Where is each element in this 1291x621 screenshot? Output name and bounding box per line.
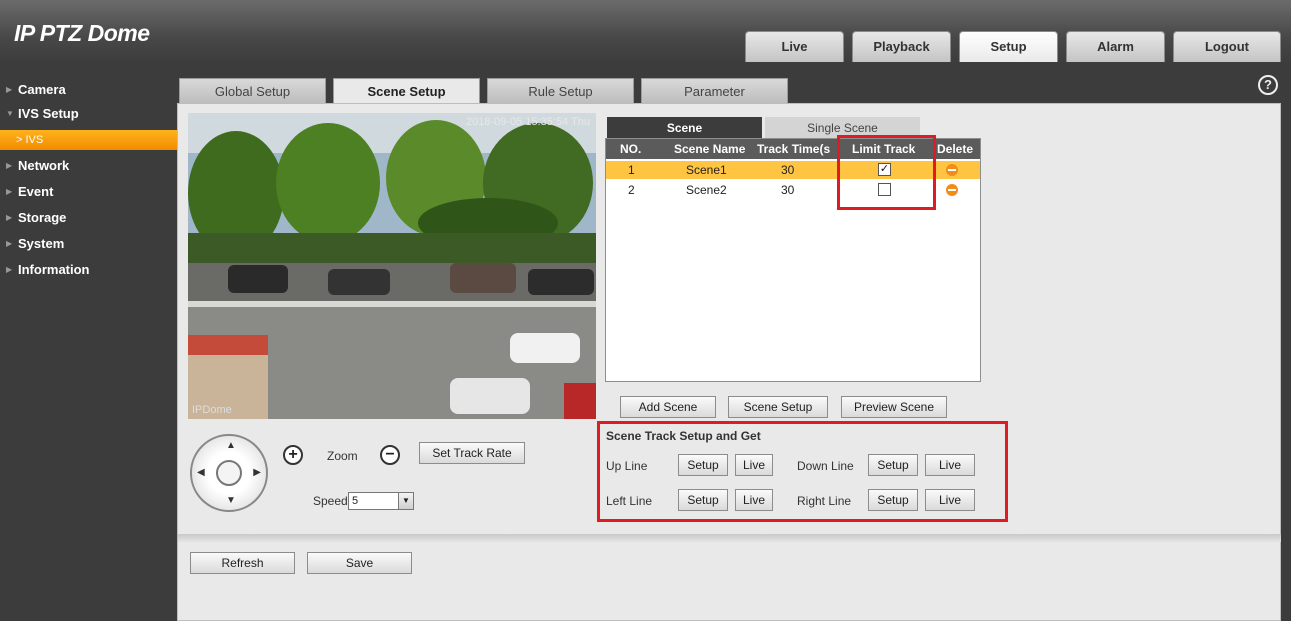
row-no: 2: [628, 183, 635, 197]
col-scene-name: Scene Name: [674, 142, 746, 156]
set-track-rate-button[interactable]: Set Track Rate: [419, 442, 525, 464]
header-bar: IP PTZ Dome Live Playback Setup Alarm Lo…: [0, 0, 1291, 64]
section-divider: [178, 534, 1281, 542]
scene-setup-button[interactable]: Scene Setup: [728, 396, 828, 418]
col-delete: Delete: [937, 142, 974, 156]
triangle-down-icon: ▼: [6, 109, 14, 118]
col-no: NO.: [620, 142, 642, 156]
video-timestamp: 2018-09-05 15:35:54 Thu: [466, 116, 590, 128]
ptz-direction-pad[interactable]: ▲ ▼ ◀ ▶: [190, 434, 268, 512]
left-line-setup-button[interactable]: Setup: [678, 489, 728, 511]
tab-rule-setup[interactable]: Rule Setup: [487, 78, 634, 104]
triangle-right-icon: ▶: [6, 213, 13, 222]
nav-setup-button[interactable]: Setup: [959, 31, 1058, 62]
nav-playback-button[interactable]: Playback: [852, 31, 951, 62]
up-line-live-button[interactable]: Live: [735, 454, 773, 476]
arrow-up-icon[interactable]: ▲: [226, 440, 236, 451]
preview-scene-button[interactable]: Preview Scene: [841, 396, 947, 418]
nav-live-button[interactable]: Live: [745, 31, 844, 62]
brand-title: IP PTZ Dome: [14, 20, 150, 46]
sidebar-item-label: Camera: [18, 82, 66, 97]
arrow-left-icon[interactable]: ◀: [197, 467, 205, 478]
sidebar: ▶ Camera ▼ IVS Setup > IVS ▶ Network ▶ Event…: [0, 64, 179, 621]
down-line-label: Down Line: [797, 459, 854, 473]
right-line-live-button[interactable]: Live: [925, 489, 975, 511]
tab-scene[interactable]: Scene: [607, 117, 762, 139]
zoom-label: Zoom: [327, 449, 358, 463]
down-line-live-button[interactable]: Live: [925, 454, 975, 476]
sidebar-subitem-ivs[interactable]: > IVS: [0, 130, 179, 150]
sidebar-item-label: System: [18, 236, 65, 251]
row-track-time: 30: [781, 183, 795, 197]
sidebar-item-label: Event: [18, 184, 54, 199]
sidebar-item-camera[interactable]: ▶ Camera: [0, 78, 179, 102]
save-button[interactable]: Save: [307, 552, 412, 574]
zoom-in-button[interactable]: +: [283, 445, 303, 465]
highlight-box-limit-track: [837, 135, 936, 210]
tab-global-setup[interactable]: Global Setup: [179, 78, 326, 104]
sidebar-item-ivs-setup[interactable]: ▼ IVS Setup: [0, 102, 179, 126]
right-line-setup-button[interactable]: Setup: [868, 489, 918, 511]
street-scene-image: [188, 113, 596, 419]
triangle-right-icon: ▶: [6, 161, 13, 170]
sidebar-item-label: Storage: [18, 210, 67, 225]
up-line-setup-button[interactable]: Setup: [678, 454, 728, 476]
triangle-right-icon: ▶: [6, 239, 13, 248]
zoom-out-button[interactable]: −: [380, 445, 400, 465]
sidebar-subitem-label: IVS: [25, 134, 44, 146]
track-setup-title: Scene Track Setup and Get: [606, 429, 761, 443]
arrow-right-icon[interactable]: ▶: [253, 467, 261, 478]
right-line-label: Right Line: [797, 494, 852, 508]
ptz-center-button[interactable]: [216, 460, 242, 486]
delete-icon[interactable]: [946, 184, 958, 196]
sidebar-item-information[interactable]: ▶ Information: [0, 258, 179, 282]
sidebar-item-label: IVS Setup: [18, 106, 79, 121]
tab-scene-setup[interactable]: Scene Setup: [333, 78, 480, 104]
triangle-right-icon: ▶: [6, 265, 13, 274]
dropdown-arrow-icon: ▼: [398, 493, 413, 509]
col-track-time: Track Time(s: [757, 142, 831, 156]
help-icon[interactable]: ?: [1258, 75, 1278, 95]
tab-parameter[interactable]: Parameter: [641, 78, 788, 104]
down-line-setup-button[interactable]: Setup: [868, 454, 918, 476]
add-scene-button[interactable]: Add Scene: [620, 396, 716, 418]
nav-alarm-button[interactable]: Alarm: [1066, 31, 1165, 62]
video-osd-label: IPDome: [192, 404, 232, 416]
sidebar-item-system[interactable]: ▶ System: [0, 232, 179, 256]
speed-label: Speed: [313, 494, 348, 508]
row-no: 1: [628, 163, 635, 177]
row-track-time: 30: [781, 163, 795, 177]
row-scene-name: Scene1: [686, 163, 727, 177]
sidebar-item-event[interactable]: ▶ Event: [0, 180, 179, 204]
triangle-right-icon: ▶: [6, 85, 13, 94]
speed-value: 5: [352, 495, 359, 507]
delete-icon[interactable]: [946, 164, 958, 176]
refresh-button[interactable]: Refresh: [190, 552, 295, 574]
sidebar-item-label: Network: [18, 158, 70, 173]
speed-select[interactable]: 5 ▼: [348, 492, 414, 510]
nav-logout-button[interactable]: Logout: [1173, 31, 1281, 62]
up-line-label: Up Line: [606, 459, 648, 473]
left-line-live-button[interactable]: Live: [735, 489, 773, 511]
triangle-right-icon: ▶: [6, 187, 13, 196]
sidebar-item-network[interactable]: ▶ Network: [0, 154, 179, 178]
row-scene-name: Scene2: [686, 183, 727, 197]
sidebar-item-storage[interactable]: ▶ Storage: [0, 206, 179, 230]
video-preview[interactable]: 2018-09-05 15:35:54 Thu IPDome: [188, 113, 596, 419]
left-line-label: Left Line: [606, 494, 653, 508]
sidebar-item-label: Information: [18, 262, 90, 277]
arrow-down-icon[interactable]: ▼: [226, 495, 236, 506]
